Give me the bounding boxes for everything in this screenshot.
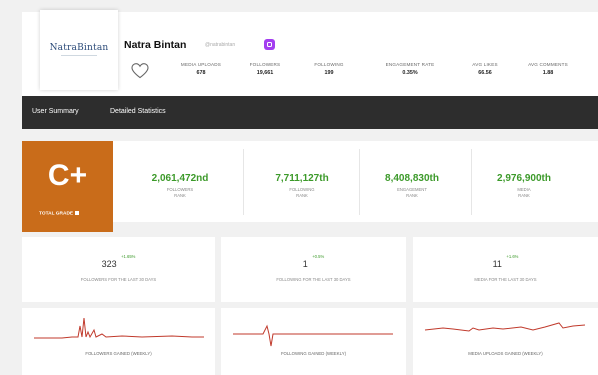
gain-value: 11 bbox=[492, 259, 502, 269]
stat-label: MEDIA UPLOADS bbox=[180, 62, 222, 67]
followers-gained-card: 323 +1.65% FOLLOWERS FOR THE LAST 30 DAY… bbox=[22, 237, 215, 302]
stat-label: FOLLOWING bbox=[314, 62, 344, 67]
chart-label: FOLLOWERS GAINED (WEEKLY) bbox=[85, 351, 152, 356]
rank-value: 8,408,830th bbox=[385, 173, 439, 184]
following-sparkline bbox=[233, 324, 393, 347]
instagram-icon[interactable] bbox=[264, 39, 275, 50]
rank-label: RANK bbox=[296, 193, 308, 198]
stat-value: 199 bbox=[324, 70, 334, 76]
chart-label: FOLLOWING GAINED (WEEKLY) bbox=[280, 351, 347, 356]
stat-label: AVG COMMENTS bbox=[528, 62, 568, 67]
profile-logo: NatraBintan bbox=[40, 10, 118, 90]
rank-following: 7,711,127th FOLLOWING RANK bbox=[243, 173, 361, 198]
rank-engagement: 8,408,830th ENGAGEMENT RANK bbox=[353, 173, 471, 198]
media-sparkline bbox=[424, 322, 586, 332]
stat-value: 678 bbox=[196, 70, 206, 76]
rank-media: 2,976,900th MEDIA RANK bbox=[465, 173, 583, 198]
grade-label: TOTAL GRADE bbox=[39, 211, 80, 216]
total-grade-card: C+ TOTAL GRADE bbox=[22, 141, 113, 232]
stat-label: FOLLOWERS bbox=[249, 62, 281, 67]
stat-value: 19,661 bbox=[256, 70, 274, 76]
stat-following: FOLLOWING 199 bbox=[298, 62, 360, 76]
followers-weekly-chart: FOLLOWERS GAINED (WEEKLY) bbox=[22, 308, 215, 375]
rank-label: FOLLOWERS bbox=[166, 187, 194, 192]
rank-value: 2,061,472nd bbox=[151, 173, 209, 184]
gain-delta: +0.5% bbox=[312, 254, 325, 259]
following-gained-card: 1 +0.5% FOLLOWING FOR THE LAST 30 DAYS bbox=[221, 237, 406, 302]
rank-label: ENGAGEMENT bbox=[397, 187, 427, 192]
stat-value: 66.56 bbox=[478, 70, 492, 76]
info-icon bbox=[75, 211, 80, 215]
rank-label: RANK bbox=[406, 193, 418, 198]
stat-avg-likes: AVG LIKES 66.56 bbox=[458, 62, 512, 76]
followers-sparkline bbox=[34, 317, 204, 339]
tab-bar: User Summary Detailed Statistics bbox=[22, 96, 598, 129]
gain-value: 323 bbox=[101, 259, 117, 269]
media-gained-card: 11 +1.6% MEDIA FOR THE LAST 30 DAYS bbox=[413, 237, 598, 302]
stat-followers: FOLLOWERS 19,661 bbox=[236, 62, 294, 76]
rank-label: RANK bbox=[518, 193, 530, 198]
rank-label: MEDIA bbox=[517, 187, 531, 192]
following-weekly-chart: FOLLOWING GAINED (WEEKLY) bbox=[221, 308, 406, 375]
heart-icon[interactable] bbox=[131, 63, 149, 79]
stat-label: AVG LIKES bbox=[472, 62, 498, 67]
gain-delta: +1.65% bbox=[121, 254, 136, 259]
media-weekly-chart: MEDIA UPLOADS GAINED (WEEKLY) bbox=[413, 308, 598, 375]
stat-value: 0.35% bbox=[402, 70, 418, 76]
rank-followers: 2,061,472nd FOLLOWERS RANK bbox=[121, 173, 239, 198]
rank-row: 2,061,472nd FOLLOWERS RANK 7,711,127th F… bbox=[113, 141, 598, 222]
stat-value: 1.88 bbox=[542, 70, 554, 76]
rank-label: FOLLOWING bbox=[289, 187, 315, 192]
rank-value: 2,976,900th bbox=[497, 173, 551, 184]
tab-detailed-statistics[interactable]: Detailed Statistics bbox=[110, 108, 166, 115]
stat-engagement-rate: ENGAGEMENT RATE 0.35% bbox=[362, 62, 458, 76]
profile-handle: @natrabintan bbox=[205, 42, 236, 48]
profile-name: Natra Bintan bbox=[124, 39, 187, 51]
rank-label: RANK bbox=[174, 193, 186, 198]
gain-value: 1 bbox=[302, 259, 308, 269]
logo-underline bbox=[61, 55, 97, 57]
gain-label: MEDIA FOR THE LAST 30 DAYS bbox=[474, 277, 537, 282]
logo-text: NatraBintan bbox=[49, 43, 109, 53]
tab-user-summary[interactable]: User Summary bbox=[32, 108, 79, 115]
chart-label: MEDIA UPLOADS GAINED (WEEKLY) bbox=[468, 351, 543, 356]
gain-label: FOLLOWING FOR THE LAST 30 DAYS bbox=[276, 277, 351, 282]
stat-label: ENGAGEMENT RATE bbox=[385, 62, 435, 67]
rank-value: 7,711,127th bbox=[275, 173, 329, 184]
gain-label: FOLLOWERS FOR THE LAST 30 DAYS bbox=[80, 277, 157, 282]
stat-avg-comments: AVG COMMENTS 1.88 bbox=[514, 62, 582, 76]
grade-value: C+ bbox=[47, 159, 88, 192]
stat-media-uploads: MEDIA UPLOADS 678 bbox=[166, 62, 236, 76]
gain-delta: +1.6% bbox=[506, 254, 519, 259]
